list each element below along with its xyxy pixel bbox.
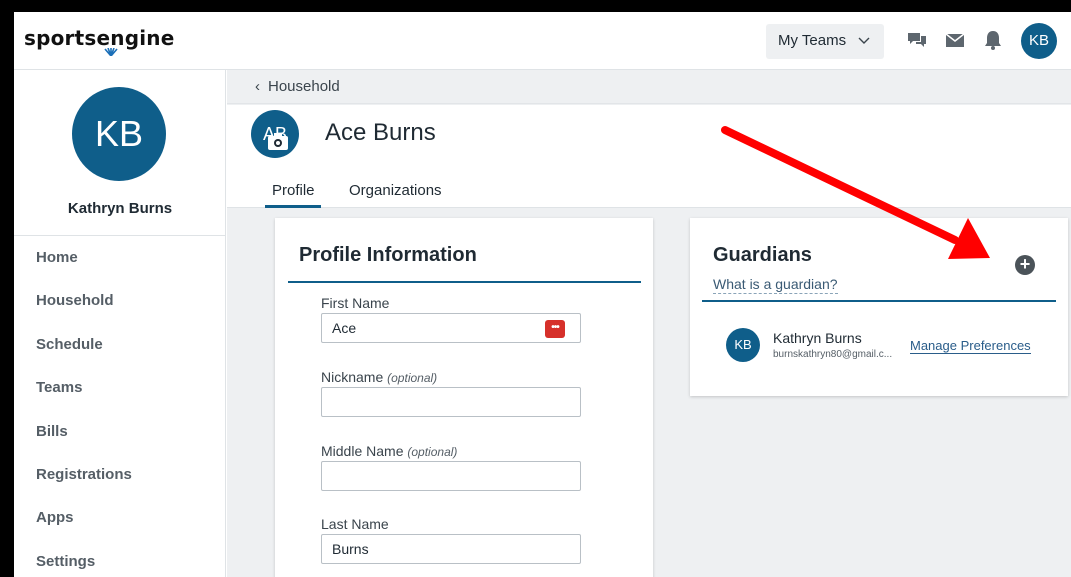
password-manager-icon[interactable]: ••• — [545, 320, 565, 338]
guardians-card-rule — [702, 300, 1056, 302]
sidebar-user-name: Kathryn Burns — [67, 200, 173, 217]
sidebar-item-registrations[interactable]: Registrations — [14, 453, 226, 496]
manage-preferences-link[interactable]: Manage Preferences — [910, 338, 1031, 354]
breadcrumb: ‹ Household — [227, 70, 1071, 104]
sidebar: KB Kathryn Burns Home Household Schedule… — [14, 70, 226, 577]
top-bar: sportsengine My Teams KB — [14, 12, 1071, 70]
user-avatar[interactable]: KB — [1021, 23, 1057, 59]
sidebar-item-apps[interactable]: Apps — [14, 496, 226, 539]
first-name-label: First Name — [321, 295, 390, 311]
guardian-name: Kathryn Burns — [773, 330, 862, 346]
chat-icon[interactable] — [906, 29, 928, 51]
active-tab-indicator — [265, 205, 321, 208]
chevron-down-icon — [858, 37, 870, 44]
last-name-label: Last Name — [321, 516, 389, 532]
sidebar-avatar: KB — [72, 87, 166, 181]
last-name-input[interactable] — [321, 534, 581, 564]
my-teams-label: My Teams — [778, 32, 847, 49]
sidebar-item-home[interactable]: Home — [14, 236, 226, 279]
sidebar-item-settings[interactable]: Settings — [14, 540, 226, 577]
middle-name-input[interactable] — [321, 461, 581, 491]
nickname-input[interactable] — [321, 387, 581, 417]
player-header: AB Ace Burns Profile Organizations — [227, 105, 1071, 208]
sidebar-item-household[interactable]: Household — [14, 279, 226, 322]
sidebar-item-teams[interactable]: Teams — [14, 366, 226, 409]
sidebar-item-bills[interactable]: Bills — [14, 410, 226, 453]
sidebar-item-schedule[interactable]: Schedule — [14, 323, 226, 366]
add-guardian-button[interactable]: + — [1015, 255, 1035, 275]
bell-icon[interactable] — [982, 29, 1004, 51]
app-window: sportsengine My Teams KB KB Kathryn Burn… — [14, 12, 1071, 577]
guardian-email: burnskathryn80@gmail.c... — [773, 349, 893, 360]
tab-organizations[interactable]: Organizations — [349, 182, 442, 199]
guardians-card: Guardians What is a guardian? + KB Kathr… — [690, 218, 1068, 396]
profile-information-card: Profile Information First Name ••• Nickn… — [275, 218, 653, 577]
my-teams-dropdown[interactable]: My Teams — [766, 24, 884, 59]
sportsengine-logo[interactable]: sportsengine — [24, 26, 174, 50]
player-name: Ace Burns — [325, 119, 436, 146]
nickname-label: Nickname (optional) — [321, 369, 438, 385]
mail-icon[interactable] — [944, 29, 966, 51]
profile-card-rule — [288, 281, 641, 283]
breadcrumb-household-link[interactable]: Household — [268, 78, 340, 95]
first-name-input[interactable] — [321, 313, 581, 343]
main-content: ‹ Household AB Ace Burns Profile Organiza… — [227, 70, 1071, 577]
guardians-title: Guardians — [713, 244, 812, 266]
profile-card-title: Profile Information — [299, 244, 477, 266]
tab-profile[interactable]: Profile — [272, 182, 315, 199]
camera-icon[interactable] — [267, 131, 289, 151]
sidebar-nav: Home Household Schedule Teams Bills Regi… — [14, 236, 226, 577]
guardian-avatar: KB — [726, 328, 760, 362]
chevron-left-icon[interactable]: ‹ — [255, 78, 260, 95]
nbc-peacock-icon — [104, 48, 118, 56]
what-is-guardian-link[interactable]: What is a guardian? — [713, 276, 838, 294]
middle-name-label: Middle Name (optional) — [321, 443, 458, 459]
